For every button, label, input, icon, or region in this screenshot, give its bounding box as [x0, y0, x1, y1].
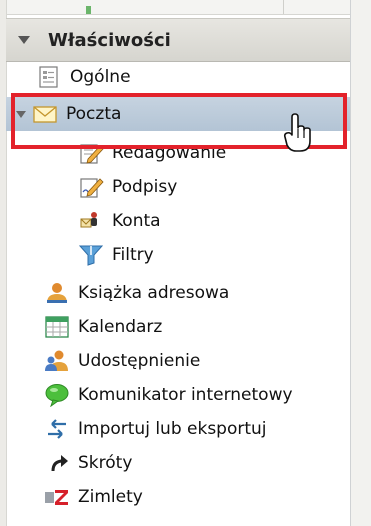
tree-item-label: Ogólne — [70, 66, 131, 87]
import-export-icon — [44, 417, 70, 441]
tree-item-zimlety[interactable]: Zimlety — [44, 480, 143, 514]
collapse-triangle-icon[interactable] — [18, 36, 30, 44]
zimlet-icon — [44, 485, 70, 509]
calendar-icon — [44, 315, 70, 339]
tree-item-label: Komunikator internetowy — [78, 384, 293, 405]
filter-icon — [78, 243, 104, 267]
tree-item-kalendarz[interactable]: Kalendarz — [44, 310, 162, 344]
top-toolbar-strip — [0, 0, 371, 15]
tree-item-ksiazka-adresowa[interactable]: Książka adresowa — [44, 276, 229, 310]
status-indicator — [86, 6, 91, 14]
tree-item-filtry[interactable]: Filtry — [78, 238, 154, 272]
tree-item-label: Książka adresowa — [78, 282, 230, 303]
address-book-icon — [44, 281, 70, 305]
panel-title: Właściwości — [48, 29, 171, 51]
hand-pointer-cursor-icon — [282, 111, 312, 155]
tree-item-komunikator-internetowy[interactable]: Komunikator internetowy — [44, 378, 293, 412]
compose-icon — [78, 141, 104, 165]
tree-item-label: Poczta — [66, 103, 122, 124]
sharing-icon — [44, 349, 70, 373]
left-border — [0, 0, 7, 526]
tree-item-importuj-eksportuj[interactable]: Importuj lub eksportuj — [44, 412, 267, 446]
tree-item-label: Kalendarz — [78, 316, 163, 337]
tree-item-konta[interactable]: Konta — [78, 204, 161, 238]
tree-item-udostepnienie[interactable]: Udostępnienie — [44, 344, 200, 378]
tree-item-podpisy[interactable]: Podpisy — [78, 170, 177, 204]
scrollbar[interactable] — [350, 0, 371, 526]
document-icon — [36, 65, 62, 89]
tree-item-ogolne[interactable]: Ogólne — [36, 60, 131, 94]
toolbar-divider — [283, 0, 284, 14]
signature-icon — [78, 175, 104, 199]
tree-item-label: Skróty — [78, 452, 133, 473]
panel-header[interactable]: Właściwości — [6, 18, 350, 62]
tree-item-label: Zimlety — [78, 486, 143, 507]
preferences-panel: Właściwości Ogólne Poczta Redagowanie Po… — [0, 0, 371, 526]
tree-item-label: Importuj lub eksportuj — [78, 418, 267, 439]
tree-item-skroty[interactable]: Skróty — [44, 446, 132, 480]
shortcut-arrow-icon — [44, 451, 70, 475]
accounts-icon — [78, 209, 104, 233]
tree-item-label: Konta — [112, 210, 161, 231]
tree-item-label: Podpisy — [112, 176, 178, 197]
envelope-icon — [32, 102, 58, 126]
tree-item-label: Udostępnienie — [78, 350, 201, 371]
tree-item-label: Filtry — [112, 244, 154, 265]
tree-item-redagowanie[interactable]: Redagowanie — [78, 136, 226, 170]
chat-bubble-icon — [44, 383, 70, 408]
tree-item-label: Redagowanie — [112, 142, 227, 163]
expand-triangle-icon[interactable] — [16, 110, 26, 118]
